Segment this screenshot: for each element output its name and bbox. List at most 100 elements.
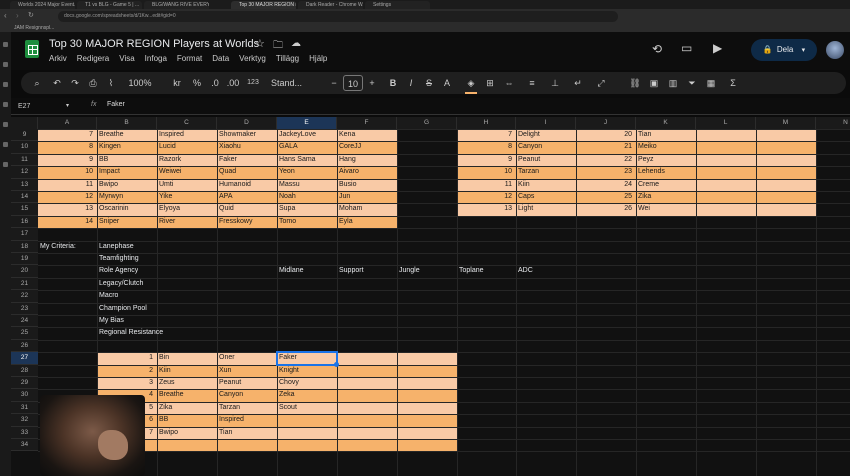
row-header[interactable]: 31 xyxy=(11,401,38,415)
row-header[interactable]: 23 xyxy=(11,302,38,315)
cell[interactable]: 13 xyxy=(457,203,514,215)
cell[interactable]: 12 xyxy=(38,191,95,203)
app-icon[interactable] xyxy=(3,162,8,167)
cell[interactable]: Kiin xyxy=(157,365,215,377)
vertical-align-icon[interactable]: ⊥ xyxy=(549,72,561,94)
column-header[interactable]: E xyxy=(277,117,337,129)
history-icon[interactable]: ⟲ xyxy=(652,42,662,56)
cell[interactable]: 1 xyxy=(97,352,155,364)
cell[interactable]: Razork xyxy=(157,154,215,166)
cell[interactable]: Faker xyxy=(217,154,275,166)
borders-icon[interactable]: ⊞ xyxy=(484,72,496,94)
cell[interactable]: BB xyxy=(97,154,155,166)
row-header[interactable]: 19 xyxy=(11,253,38,266)
cell[interactable]: 13 xyxy=(38,203,95,215)
row-header[interactable]: 29 xyxy=(11,377,38,390)
insert-chart-icon[interactable]: ▥ xyxy=(667,72,679,94)
font-size-input[interactable]: 10 xyxy=(343,75,363,91)
cell[interactable]: Bwipo xyxy=(97,179,155,191)
row-header[interactable]: 11 xyxy=(11,153,38,167)
percent-format-button[interactable]: % xyxy=(191,72,203,94)
decrease-decimal-button[interactable]: .0 xyxy=(209,72,221,94)
cell[interactable]: Scout xyxy=(277,402,335,414)
decrease-font-size-button[interactable]: − xyxy=(329,72,339,94)
cell[interactable]: Zeka xyxy=(277,389,335,401)
cell[interactable]: 7 xyxy=(457,129,514,141)
browser-tab[interactable]: Worlds 2024 Major Event... xyxy=(10,1,75,9)
cell[interactable]: CoreJJ xyxy=(337,141,395,153)
cell[interactable]: Peanut xyxy=(516,154,574,166)
cell[interactable]: ADC xyxy=(516,265,574,277)
row-header[interactable]: 10 xyxy=(11,141,38,154)
row-header[interactable]: 16 xyxy=(11,215,38,229)
criteria-cell[interactable]: Regional Resistance xyxy=(97,327,163,339)
cell[interactable]: Xun xyxy=(217,365,275,377)
cell[interactable]: Showmaker xyxy=(217,129,275,141)
cell[interactable]: Tian xyxy=(636,129,694,141)
row-header[interactable]: 9 xyxy=(11,129,38,142)
increase-font-size-button[interactable]: + xyxy=(367,72,377,94)
merge-cells-icon[interactable]: ⇔ xyxy=(503,72,515,94)
criteria-cell[interactable]: My Bias xyxy=(97,315,124,327)
insert-link-icon[interactable]: ⛓ xyxy=(629,72,641,94)
criteria-cell[interactable]: Champion Pool xyxy=(97,303,147,315)
criteria-cell[interactable]: Macro xyxy=(97,290,118,302)
column-header[interactable]: I xyxy=(516,117,576,129)
cell[interactable]: 14 xyxy=(38,216,95,228)
row-header[interactable]: 15 xyxy=(11,203,38,216)
app-icon[interactable] xyxy=(3,42,8,47)
cell[interactable]: Peyz xyxy=(636,154,694,166)
bookmark-item[interactable]: JAM Resignnspl... xyxy=(0,24,850,32)
app-icon[interactable] xyxy=(3,62,8,67)
cell[interactable]: GALA xyxy=(277,141,335,153)
name-box[interactable]: E27 ▾ xyxy=(18,101,76,112)
cell[interactable]: Meiko xyxy=(636,141,694,153)
cell[interactable]: Elyoya xyxy=(157,203,215,215)
row-header[interactable]: 14 xyxy=(11,191,38,204)
cell[interactable]: Support xyxy=(337,265,395,277)
functions-button[interactable]: Σ xyxy=(727,72,739,94)
cell[interactable]: Breathe xyxy=(157,389,215,401)
cell[interactable]: Jungle xyxy=(397,265,455,277)
cell[interactable]: Noah xyxy=(277,191,335,203)
cell[interactable]: Jun xyxy=(337,191,395,203)
row-header[interactable]: 30 xyxy=(11,389,38,402)
row-header[interactable]: 20 xyxy=(11,265,38,278)
row-header[interactable]: 17 xyxy=(11,228,38,241)
reload-icon[interactable]: ↻ xyxy=(28,11,34,19)
column-header[interactable]: G xyxy=(397,117,457,129)
fill-color-icon[interactable]: ◈ xyxy=(465,72,477,94)
document-title[interactable]: Top 30 MAJOR REGION Players at Worlds xyxy=(49,38,259,50)
cell[interactable]: Weiwei xyxy=(157,166,215,178)
criteria-cell[interactable]: Legacy/Clutch xyxy=(97,278,143,290)
redo-icon[interactable]: ↷ xyxy=(69,72,81,94)
cell[interactable]: Tomo xyxy=(277,216,335,228)
cell[interactable]: Canyon xyxy=(516,141,574,153)
cell[interactable]: Fresskowy xyxy=(217,216,275,228)
row-header[interactable]: 33 xyxy=(11,426,38,439)
cell[interactable]: Creme xyxy=(636,179,694,191)
row-header[interactable]: 26 xyxy=(11,339,38,353)
cell[interactable]: JackeyLove xyxy=(277,129,335,141)
zoom-select[interactable]: 100% xyxy=(125,72,155,94)
row-header[interactable]: 34 xyxy=(11,439,38,452)
cell[interactable]: Bin xyxy=(157,352,215,364)
cell[interactable]: Inspired xyxy=(217,414,275,426)
row-header[interactable]: 25 xyxy=(11,327,38,340)
menu-item[interactable]: Data xyxy=(212,54,229,63)
insert-comment-icon[interactable]: ▣ xyxy=(648,72,660,94)
cell[interactable]: Massu xyxy=(277,179,335,191)
column-header[interactable]: J xyxy=(576,117,636,129)
app-icon[interactable] xyxy=(3,122,8,127)
menu-item[interactable]: Redigera xyxy=(77,54,109,63)
cell[interactable]: Bwipo xyxy=(157,427,215,439)
cell[interactable]: 22 xyxy=(576,154,634,166)
cell[interactable]: Busio xyxy=(337,179,395,191)
cell[interactable]: Peanut xyxy=(217,377,275,389)
cell[interactable]: Hans Sama xyxy=(277,154,335,166)
menu-item[interactable]: Hjälp xyxy=(309,54,327,63)
cell[interactable]: Chovy xyxy=(277,377,335,389)
cell[interactable]: Canyon xyxy=(217,389,275,401)
print-icon[interactable]: ⎙ xyxy=(87,72,99,94)
cell[interactable]: Kena xyxy=(337,129,395,141)
